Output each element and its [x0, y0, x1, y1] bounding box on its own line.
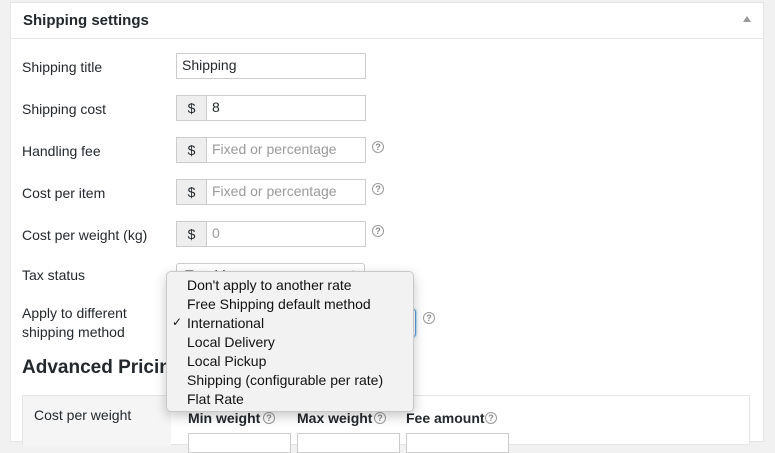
dropdown-option[interactable]: Local Pickup — [167, 352, 413, 371]
checkmark-icon: ✓ — [172, 315, 183, 329]
rule-type-cell[interactable]: Cost per weight — [23, 396, 171, 446]
cost-per-item-label: Cost per item — [22, 185, 106, 201]
dropdown-option[interactable]: Shipping (configurable per rate) — [167, 371, 413, 390]
help-icon[interactable]: ? — [372, 141, 384, 153]
help-icon[interactable]: ? — [374, 412, 386, 424]
fee-amount-input[interactable] — [406, 433, 509, 453]
handling-fee-input[interactable]: $ Fixed or percentage — [176, 137, 366, 163]
advanced-pricing-heading: Advanced Pricing — [22, 357, 183, 378]
help-icon[interactable]: ? — [485, 412, 497, 424]
shipping-cost-label: Shipping cost — [22, 101, 107, 117]
shipping-cost-input[interactable]: $ 8 — [176, 95, 366, 121]
cost-per-weight-input[interactable]: $ 0 — [176, 221, 366, 247]
shipping-title-value: Shipping — [182, 57, 237, 73]
help-icon[interactable]: ? — [423, 312, 435, 324]
cost-per-item-input[interactable]: $ Fixed or percentage — [176, 179, 366, 205]
currency-addon: $ — [177, 138, 207, 162]
collapse-arrow-icon[interactable] — [743, 16, 751, 22]
max-weight-header: Max weight — [297, 410, 373, 426]
min-weight-input[interactable] — [188, 433, 291, 453]
min-weight-header: Min weight — [188, 410, 261, 426]
dropdown-option[interactable]: Flat Rate — [167, 390, 413, 409]
currency-addon: $ — [177, 180, 207, 204]
panel-title: Shipping settings — [23, 12, 149, 29]
apply-to-label-line2: shipping method — [22, 324, 125, 340]
fee-amount-header: Fee amount — [406, 410, 485, 426]
dropdown-option[interactable]: Local Delivery — [167, 333, 413, 352]
max-weight-input[interactable] — [297, 433, 400, 453]
dropdown-option[interactable]: Don't apply to another rate — [167, 276, 413, 295]
apply-to-label-line1: Apply to different — [22, 305, 127, 321]
shipping-method-dropdown-menu: Don't apply to another rate Free Shippin… — [166, 271, 414, 412]
panel-header[interactable]: Shipping settings — [11, 3, 763, 39]
dropdown-option[interactable]: Free Shipping default method — [167, 295, 413, 314]
help-icon[interactable]: ? — [372, 183, 384, 195]
handling-fee-placeholder: Fixed or percentage — [212, 141, 337, 157]
shipping-title-label: Shipping title — [22, 59, 103, 75]
cost-per-item-placeholder: Fixed or percentage — [212, 183, 337, 199]
shipping-cost-value: 8 — [212, 99, 220, 115]
currency-addon: $ — [177, 222, 207, 246]
cost-per-weight-placeholder: 0 — [212, 225, 220, 241]
help-icon[interactable]: ? — [372, 225, 384, 237]
rule-type-label: Cost per weight — [34, 407, 132, 423]
help-icon[interactable]: ? — [263, 412, 275, 424]
shipping-title-input[interactable]: Shipping — [176, 53, 366, 79]
tax-status-label: Tax status — [22, 267, 86, 283]
handling-fee-label: Handling fee — [22, 143, 101, 159]
currency-addon: $ — [177, 96, 207, 120]
dropdown-option-selected[interactable]: ✓ International — [167, 314, 413, 333]
cost-per-weight-label: Cost per weight (kg) — [22, 227, 148, 243]
